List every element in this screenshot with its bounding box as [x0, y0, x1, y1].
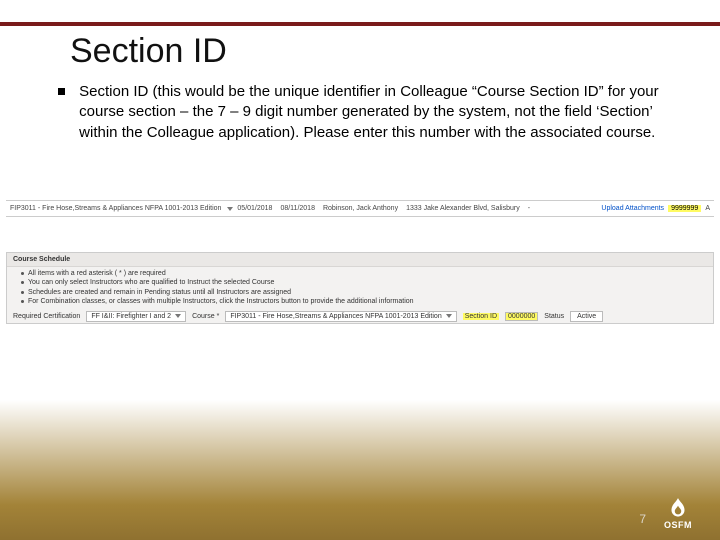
section-id-label: Section ID: [463, 313, 499, 320]
note-line: You can only select Instructors who are …: [28, 279, 274, 286]
flame-icon: [665, 496, 691, 522]
course-label: Course *: [192, 313, 219, 320]
end-date: 08/11/2018: [276, 205, 319, 212]
body-text: Section ID (this would be the unique ide…: [79, 82, 659, 143]
section-id-field[interactable]: 0000000: [505, 312, 538, 321]
screenshot-panel-2: Course Schedule All items with a red ast…: [6, 252, 714, 324]
panel-header: Course Schedule: [7, 253, 713, 267]
course-name: FIP3011 - Fire Hose,Streams & Appliances…: [6, 205, 225, 212]
section-id-highlight: 9999999: [668, 205, 701, 212]
chevron-down-icon: [175, 314, 181, 318]
instructor-name: Robinson, Jack Anthony: [319, 205, 402, 212]
location: 1333 Jake Alexander Blvd, Salisbury: [402, 205, 524, 212]
course-select[interactable]: FIP3011 - Fire Hose,Streams & Appliances…: [225, 311, 456, 322]
footer-gradient: [0, 400, 720, 540]
status-value: Active: [570, 311, 603, 322]
page-number: 7: [639, 512, 646, 526]
cert-select[interactable]: FF I&II: Firefighter I and 2: [86, 311, 186, 322]
upload-link[interactable]: Upload Attachments: [597, 205, 668, 212]
bullet-icon: [21, 300, 24, 303]
bullet-icon: [21, 272, 24, 275]
form-row: Required Certification FF I&II: Firefigh…: [7, 309, 713, 324]
start-date: 05/01/2018: [233, 205, 276, 212]
note-line: Schedules are created and remain in Pend…: [28, 289, 291, 296]
slide-title: Section ID: [70, 32, 227, 71]
panel-notes: All items with a red asterisk ( * ) are …: [7, 267, 713, 309]
chevron-down-icon: [446, 314, 452, 318]
note-line: For Combination classes, or classes with…: [28, 298, 414, 305]
bullet-icon: [21, 281, 24, 284]
cert-label: Required Certification: [13, 313, 80, 320]
screenshot-row-1: FIP3011 - Fire Hose,Streams & Appliances…: [6, 200, 714, 217]
body-paragraph: Section ID (this would be the unique ide…: [58, 82, 668, 143]
note-line: All items with a red asterisk ( * ) are …: [28, 270, 166, 277]
status-label: Status: [544, 313, 564, 320]
bullet-icon: [58, 88, 65, 95]
bullet-icon: [21, 291, 24, 294]
accent-bar: [0, 22, 720, 26]
osfm-logo: OSFM: [654, 496, 702, 532]
logo-text: OSFM: [664, 520, 692, 530]
